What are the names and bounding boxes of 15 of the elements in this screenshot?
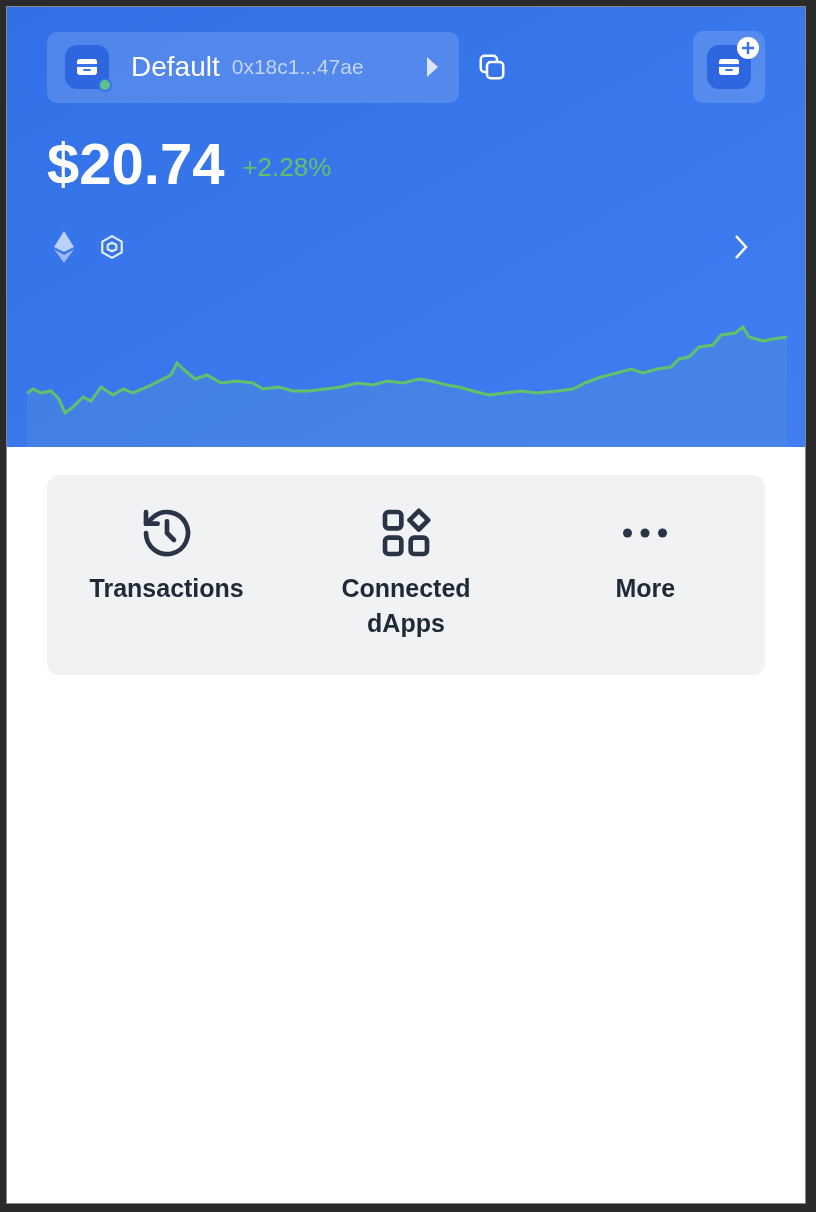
plus-icon — [737, 37, 759, 59]
more-icon — [622, 528, 669, 538]
account-address: 0x18c1...47ae — [231, 54, 364, 81]
cube-icon — [99, 234, 125, 260]
balance-amount: $20.74 — [47, 135, 225, 193]
wallet-glyph-icon — [718, 57, 740, 77]
action-button[interactable]: Transactions — [47, 505, 287, 606]
account-name: Default — [131, 50, 220, 84]
caret-icon — [425, 56, 439, 78]
action-button[interactable]: Connected dApps — [286, 505, 526, 641]
diamond-icon — [53, 231, 75, 263]
add-wallet-button[interactable] — [693, 31, 765, 103]
wallet-glyph-icon — [76, 57, 98, 77]
balance-change: +2.28% — [242, 151, 332, 184]
action-button[interactable]: More — [525, 505, 765, 606]
